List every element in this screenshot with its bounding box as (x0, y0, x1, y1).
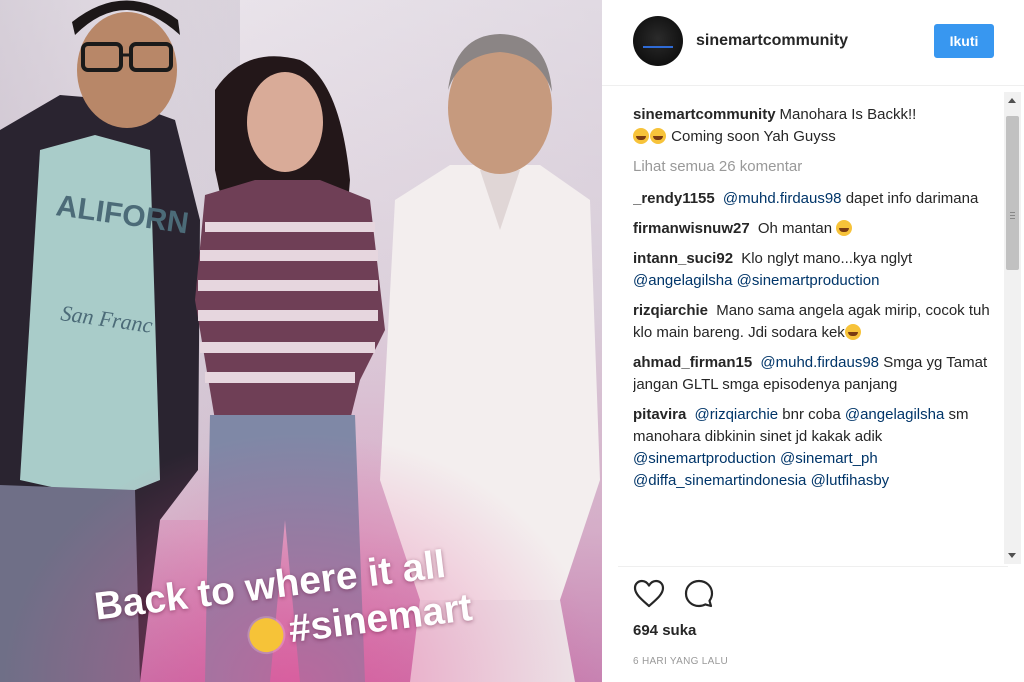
list-item: ahmad_firman15 @muhd.firdaus98 Smga yg T… (633, 352, 997, 396)
comment-text: Oh mantan (757, 220, 833, 237)
comment-username[interactable]: pitavira (633, 406, 686, 423)
list-item: _rendy1155 @muhd.firdaus98 dapet info da… (633, 188, 997, 210)
post-photo: ALIFORN San Franc Back to where it all #… (0, 0, 602, 682)
grin-emoji-icon (844, 324, 861, 340)
comment-text: Klo nglyt mano...kya nglyt (741, 250, 913, 267)
heart-icon[interactable] (633, 578, 665, 610)
comment-bubble-icon[interactable] (683, 578, 715, 610)
post-sidebar: sinemartcommunity Ikuti sinemartcommunit… (602, 0, 1024, 682)
list-item: rizqiarchie Mano sama angela agak mirip,… (633, 300, 997, 344)
comment-text: bnr coba (782, 406, 841, 423)
comment-mention[interactable]: @angelagilsha (633, 272, 732, 289)
comment-username[interactable]: ahmad_firman15 (633, 354, 752, 371)
comment-username[interactable]: _rendy1155 (633, 190, 715, 207)
scrollbar-thumb[interactable] (1006, 116, 1019, 270)
comment-mention[interactable]: @muhd.firdaus98 (723, 190, 842, 207)
comment-username[interactable]: intann_suci92 (633, 250, 733, 267)
comment-text: dapet info darimana (845, 190, 979, 207)
comment-username[interactable]: rizqiarchie (633, 302, 708, 319)
comment-mention[interactable]: @sinemartproduction (633, 450, 776, 467)
comment-mention[interactable]: @muhd.firdaus98 (760, 354, 879, 371)
list-item: firmanwisnuw27 Oh mantan (633, 218, 997, 240)
laughing-emoji-icon (836, 220, 853, 236)
laughing-emoji-icon (633, 128, 649, 144)
grin-emoji-icon (247, 615, 286, 654)
comment-mention[interactable]: @lutfihasby (811, 472, 890, 489)
view-all-comments-link[interactable]: Lihat semua 26 komentar (633, 156, 997, 178)
comments-scrollbar[interactable] (1004, 92, 1021, 564)
comment-username[interactable]: firmanwisnuw27 (633, 220, 750, 237)
follow-button[interactable]: Ikuti (934, 24, 994, 58)
post-timestamp[interactable]: 6 HARI YANG LALU (633, 656, 728, 667)
avatar[interactable] (633, 16, 683, 66)
caption-text-after: Coming soon Yah Guyss (671, 128, 836, 145)
likes-count[interactable]: 694 suka (633, 622, 696, 639)
caption-text: Manohara Is Backk!! (779, 106, 917, 123)
scroll-up-arrow-icon[interactable] (1008, 98, 1016, 103)
comment-mention[interactable]: @diffa_sinemartindonesia (633, 472, 806, 489)
header-username[interactable]: sinemartcommunity (696, 32, 848, 50)
caption: sinemartcommunity Manohara Is Backk!! Com… (633, 104, 997, 148)
list-item: pitavira @rizqiarchie bnr coba @angelagi… (633, 404, 997, 492)
comment-mention[interactable]: @angelagilsha (845, 406, 944, 423)
list-item: intann_suci92 Klo nglyt mano...kya nglyt… (633, 248, 997, 292)
comment-mention[interactable]: @rizqiarchie (695, 406, 779, 423)
scroll-down-arrow-icon[interactable] (1008, 553, 1016, 558)
divider (618, 566, 1008, 567)
laughing-emoji-icon (650, 128, 666, 144)
comment-mention[interactable]: @sinemartproduction (737, 272, 880, 289)
caption-username[interactable]: sinemartcommunity (633, 106, 776, 123)
comments-list[interactable]: sinemartcommunity Manohara Is Backk!! Com… (633, 104, 997, 564)
post-header: sinemartcommunity Ikuti (602, 0, 1024, 86)
comment-mention[interactable]: @sinemart_ph (780, 450, 878, 467)
